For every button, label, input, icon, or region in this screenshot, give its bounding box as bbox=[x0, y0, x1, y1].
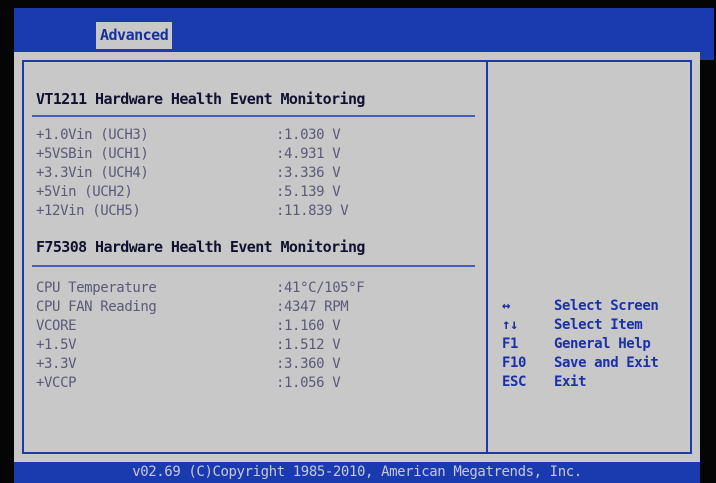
section-title-f75308: F75308 Hardware Health Event Monitoring bbox=[36, 238, 365, 256]
help-desc: Exit bbox=[554, 374, 587, 390]
help-key: ESC bbox=[502, 374, 527, 390]
sensor-label: +1.0Vin (UCH3) bbox=[36, 127, 149, 143]
sensor-value: :11.839 V bbox=[276, 203, 349, 219]
section-rule-1 bbox=[32, 115, 475, 117]
sensor-value: :1.512 V bbox=[276, 337, 341, 353]
copyright-footer: v02.69 (C)Copyright 1985-2010, American … bbox=[14, 462, 700, 483]
sensor-value: :4347 RPM bbox=[276, 299, 349, 315]
sensor-value: :1.056 V bbox=[276, 375, 341, 391]
sensor-value: :3.360 V bbox=[276, 356, 341, 372]
sensor-label: +5Vin (UCH2) bbox=[36, 184, 133, 200]
sensor-label: +5VSBin (UCH1) bbox=[36, 146, 149, 162]
sensor-value: :1.030 V bbox=[276, 127, 341, 143]
sensor-value: :41°C/105°F bbox=[276, 280, 365, 296]
left-right-arrow-icon: ↔ bbox=[502, 298, 511, 314]
sensor-label: +3.3Vin (UCH4) bbox=[36, 165, 149, 181]
up-down-arrow-icon: ↑↓ bbox=[502, 317, 519, 333]
sensor-label: +12Vin (UCH5) bbox=[36, 203, 141, 219]
help-desc: Select Item bbox=[554, 317, 643, 333]
section-rule-2 bbox=[32, 265, 475, 267]
help-key: F1 bbox=[502, 336, 519, 352]
sensor-value: :5.139 V bbox=[276, 184, 341, 200]
panel-frame bbox=[22, 60, 692, 454]
help-desc: Save and Exit bbox=[554, 355, 659, 371]
help-key: F10 bbox=[502, 355, 527, 371]
sensor-value: :3.336 V bbox=[276, 165, 341, 181]
sensor-label: +3.3V bbox=[36, 356, 77, 372]
sensor-value: :1.160 V bbox=[276, 318, 341, 334]
help-desc: General Help bbox=[554, 336, 651, 352]
section-title-vt1211: VT1211 Hardware Health Event Monitoring bbox=[36, 90, 365, 108]
tab-advanced[interactable]: Advanced bbox=[96, 22, 173, 49]
help-desc: Select Screen bbox=[554, 298, 659, 314]
sensor-label: VCORE bbox=[36, 318, 77, 334]
sensor-value: :4.931 V bbox=[276, 146, 341, 162]
sensor-label: CPU FAN Reading bbox=[36, 299, 157, 315]
sensor-label: +VCCP bbox=[36, 375, 77, 391]
sensor-label: +1.5V bbox=[36, 337, 77, 353]
sensor-label: CPU Temperature bbox=[36, 280, 157, 296]
help-divider bbox=[486, 60, 488, 454]
